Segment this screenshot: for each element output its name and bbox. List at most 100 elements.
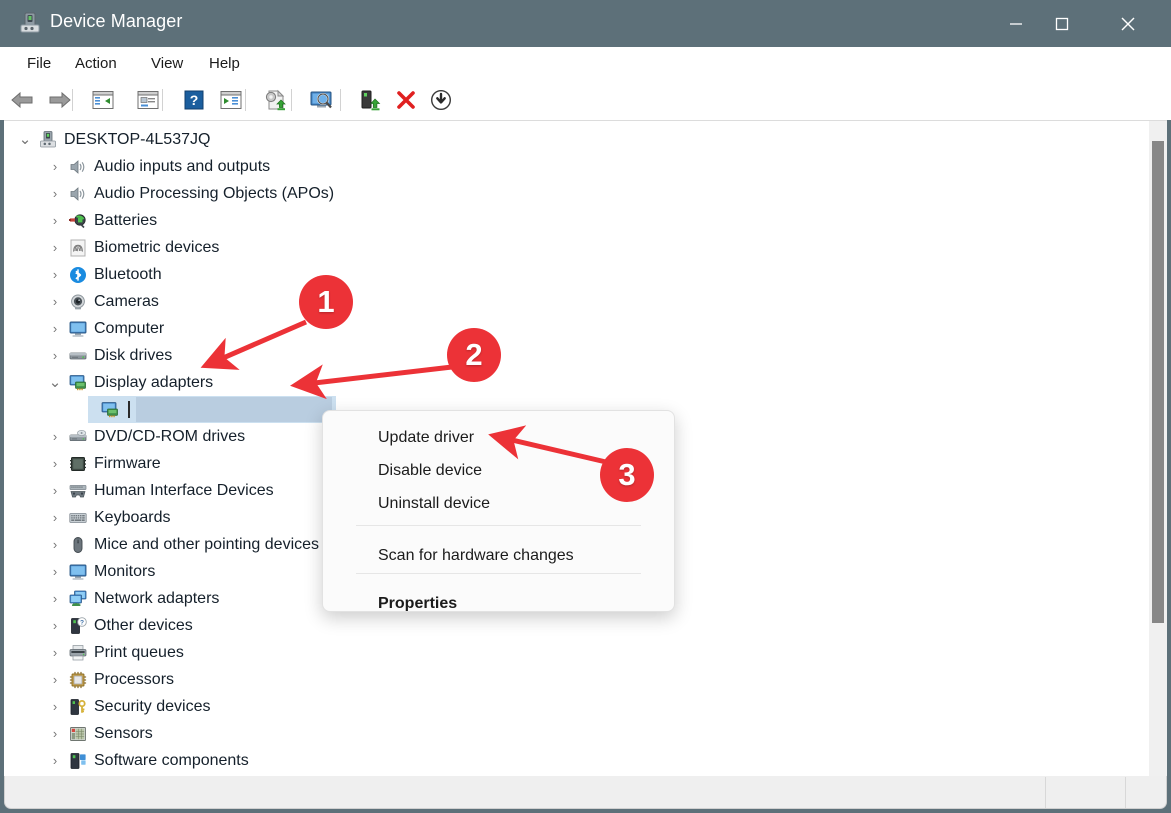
menu-item-action[interactable]: Action xyxy=(66,47,126,80)
tree-item-label: Audio Processing Objects (APOs) xyxy=(94,185,335,202)
window-title: Device Manager xyxy=(50,11,183,31)
speaker-icon xyxy=(68,153,88,180)
computer-root-icon xyxy=(38,126,58,153)
text-caret xyxy=(128,401,130,418)
menu-bar: File Action View Help xyxy=(0,47,1171,80)
context-menu-separator xyxy=(356,525,641,526)
chevron-right-icon[interactable]: › xyxy=(48,585,62,612)
software-component-icon xyxy=(68,747,88,774)
tree-item-label: DESKTOP-4L537JQ xyxy=(64,131,211,148)
close-button[interactable] xyxy=(1105,0,1151,47)
status-bar-separator xyxy=(1125,777,1126,808)
uninstall-device-icon[interactable] xyxy=(391,84,421,116)
chevron-right-icon[interactable]: › xyxy=(48,207,62,234)
tree-item-audio-inputs-and-outputs[interactable]: › Audio inputs and outputs xyxy=(4,153,1140,180)
monitor-icon xyxy=(68,558,88,585)
tree-item-audio-processing-objects-apos[interactable]: › Audio Processing Objects (APOs) xyxy=(4,180,1140,207)
chevron-right-icon[interactable]: › xyxy=(48,531,62,558)
minimize-button[interactable] xyxy=(993,0,1039,47)
chevron-right-icon[interactable]: › xyxy=(48,342,62,369)
mouse-icon xyxy=(68,531,88,558)
fingerprint-icon xyxy=(68,234,88,261)
tree-item-label: Mice and other pointing devices xyxy=(94,536,320,553)
tree-item-disk-drives[interactable]: › Disk drives xyxy=(4,342,1140,369)
battery-icon xyxy=(68,207,88,234)
processor-icon xyxy=(68,666,88,693)
tree-item-security-devices[interactable]: › Security devices xyxy=(4,693,1140,720)
device-context-menu[interactable]: Update driver Disable device Uninstall dev… xyxy=(322,410,675,612)
update-driver-icon[interactable] xyxy=(261,84,291,116)
chevron-right-icon[interactable]: › xyxy=(48,612,62,639)
tree-item-label: Print queues xyxy=(94,644,184,661)
chevron-right-icon[interactable]: › xyxy=(48,693,62,720)
chevron-right-icon[interactable]: › xyxy=(48,153,62,180)
tree-item-software-components[interactable]: › Software components xyxy=(4,747,1140,774)
optical-drive-icon xyxy=(68,423,88,450)
unknown-device-icon: ? xyxy=(68,612,88,639)
properties-icon[interactable] xyxy=(133,84,163,116)
chevron-right-icon[interactable]: › xyxy=(48,288,62,315)
show-hide-action-pane-icon[interactable] xyxy=(216,84,246,116)
svg-text:?: ? xyxy=(80,619,84,626)
tree-item-sensors[interactable]: › Sensors xyxy=(4,720,1140,747)
annotation-badge-3: 3 xyxy=(600,448,654,502)
menu-item-view[interactable]: View xyxy=(142,47,192,80)
chevron-right-icon[interactable]: › xyxy=(48,558,62,585)
disable-device-icon[interactable] xyxy=(426,84,456,116)
tree-item-label: Monitors xyxy=(94,563,156,580)
tree-item-display-adapters[interactable]: ⌄ Display adapters xyxy=(4,369,1140,396)
chevron-right-icon[interactable]: › xyxy=(48,747,62,774)
tree-item-biometric-devices[interactable]: › Biometric devices xyxy=(4,234,1140,261)
chevron-right-icon[interactable]: › xyxy=(48,234,62,261)
maximize-button[interactable] xyxy=(1039,0,1085,47)
context-menu-item-scan-for-hardware-changes[interactable]: Scan for hardware changes xyxy=(323,539,674,572)
show-hide-console-tree-icon[interactable] xyxy=(88,84,118,116)
chevron-down-icon[interactable]: ⌄ xyxy=(48,369,62,396)
tree-item-label: Display adapters xyxy=(94,374,214,391)
menu-item-help[interactable]: Help xyxy=(200,47,249,80)
tree-item-label: Biometric devices xyxy=(94,239,220,256)
tree-item-other-devices[interactable]: ›? Other devices xyxy=(4,612,1140,639)
tree-root-desktop[interactable]: ⌄ DESKTOP-4L537JQ xyxy=(4,126,1140,153)
forward-icon[interactable] xyxy=(44,84,74,116)
chevron-right-icon[interactable]: › xyxy=(48,477,62,504)
tree-item-print-queues[interactable]: › Print queues xyxy=(4,639,1140,666)
chevron-right-icon[interactable]: › xyxy=(48,261,62,288)
back-icon[interactable] xyxy=(8,84,38,116)
chevron-right-icon[interactable]: › xyxy=(48,450,62,477)
tree-item-computer[interactable]: › Computer xyxy=(4,315,1140,342)
tree-item-bluetooth[interactable]: › Bluetooth xyxy=(4,261,1140,288)
tree-item-label: DVD/CD-ROM drives xyxy=(94,428,246,445)
tree-item-batteries[interactable]: › Batteries xyxy=(4,207,1140,234)
context-menu-item-properties[interactable]: Properties xyxy=(323,587,674,611)
menu-item-file[interactable]: File xyxy=(18,47,60,80)
tree-item-label: Software components xyxy=(94,752,249,769)
toolbar-separator xyxy=(245,89,246,111)
chevron-down-icon[interactable]: ⌄ xyxy=(18,126,32,153)
tree-item-label: Sensors xyxy=(94,725,153,742)
tree-item-label: Other devices xyxy=(94,617,193,634)
help-icon[interactable]: ? xyxy=(179,84,209,116)
chevron-right-icon[interactable]: › xyxy=(48,666,62,693)
bluetooth-icon xyxy=(68,261,88,288)
scan-for-hardware-changes-icon[interactable] xyxy=(307,84,337,116)
status-bar xyxy=(4,776,1167,809)
add-legacy-hardware-icon[interactable] xyxy=(355,84,385,116)
chevron-right-icon[interactable]: › xyxy=(48,315,62,342)
status-bar-separator xyxy=(1045,777,1046,808)
sensor-icon xyxy=(68,720,88,747)
display-adapter-icon xyxy=(100,396,120,423)
display-adapter-icon xyxy=(68,369,88,396)
tree-item-label: Security devices xyxy=(94,698,211,715)
redacted-device-name xyxy=(136,397,332,422)
tree-item-cameras[interactable]: › Cameras xyxy=(4,288,1140,315)
tree-item-label: Computer xyxy=(94,320,165,337)
chevron-right-icon[interactable]: › xyxy=(48,180,62,207)
tree-item-processors[interactable]: › Processors xyxy=(4,666,1140,693)
chevron-right-icon[interactable]: › xyxy=(48,423,62,450)
chevron-right-icon[interactable]: › xyxy=(48,504,62,531)
chevron-right-icon[interactable]: › xyxy=(48,639,62,666)
chevron-right-icon[interactable]: › xyxy=(48,720,62,747)
vertical-scrollbar[interactable] xyxy=(1149,121,1167,776)
scrollbar-thumb[interactable] xyxy=(1152,141,1164,623)
